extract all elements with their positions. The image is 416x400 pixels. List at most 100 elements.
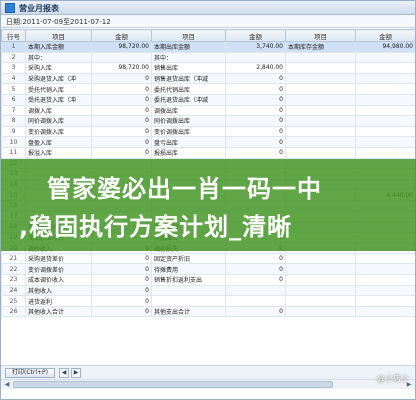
table-row[interactable]: 4 采购退货入库（冲 0 销售退货出库（冲减 0 [1, 72, 415, 85]
cell-amount-out[interactable]: 0 [225, 72, 286, 85]
cell-amount-in[interactable]: 0 [91, 72, 152, 85]
cell-item-out[interactable]: 销售退货出库（冲减 [151, 72, 226, 85]
cell-line-no[interactable]: 5 [1, 83, 26, 95]
cell-item-stock[interactable] [285, 295, 356, 307]
cell-amount-stock[interactable] [355, 62, 415, 74]
cell-item-in[interactable]: 成本调价收入 [25, 274, 92, 286]
col-header-item-in[interactable]: 项目 [25, 29, 92, 42]
table-row[interactable]: 5 受托代销入库 0 委托代销出库 0 [1, 83, 415, 95]
scroll-left-icon[interactable]: ◀ [2, 380, 12, 389]
next-page-icon[interactable]: ▶ [71, 368, 81, 378]
cell-amount-in[interactable]: 0 [91, 115, 152, 127]
cell-amount-in[interactable]: 98,720.00 [91, 41, 152, 53]
cell-line-no[interactable]: 26 [1, 305, 26, 318]
table-row[interactable]: 3 采购入库 98,720.00 销售出库 2,840.00 [1, 62, 415, 74]
cell-item-stock[interactable] [285, 125, 356, 138]
cell-amount-in[interactable]: 0 [91, 83, 152, 95]
cell-line-no[interactable]: 2 [1, 51, 26, 64]
cell-amount-stock[interactable] [355, 305, 415, 318]
cell-item-in[interactable]: 同价调拨入库 [25, 115, 92, 127]
cell-amount-out[interactable]: 2,840.00 [225, 62, 286, 74]
cell-item-stock[interactable] [285, 83, 356, 95]
table-row[interactable]: 23 成本调价收入 0 销售折扣返利支出 0 [1, 274, 415, 286]
cell-amount-out[interactable]: 0 [225, 274, 286, 286]
cell-amount-stock[interactable] [355, 51, 415, 64]
cell-item-stock[interactable] [285, 263, 356, 276]
cell-item-out[interactable] [151, 284, 226, 297]
cell-amount-in[interactable] [91, 51, 152, 64]
cell-amount-out[interactable] [225, 295, 286, 307]
cell-line-no[interactable]: 6 [1, 93, 26, 106]
col-header-amount-in[interactable]: 金额 [91, 29, 152, 42]
table-row[interactable]: 2 其中： 其中： [1, 51, 415, 64]
cell-amount-stock[interactable] [355, 104, 415, 117]
cell-amount-out[interactable] [225, 284, 286, 297]
cell-line-no[interactable]: 23 [1, 274, 26, 286]
table-row[interactable]: 11 报溢入库 0 报损出库 0 [1, 146, 415, 159]
cell-amount-out[interactable]: 3,740.00 [225, 41, 286, 53]
col-header-line-no[interactable]: 行号 [1, 29, 26, 42]
cell-amount-in[interactable]: 0 [91, 274, 152, 286]
table-row[interactable]: 9 变价调拨入库 0 变价调拨出库 0 [1, 125, 415, 138]
cell-amount-in[interactable]: 0 [91, 146, 152, 159]
cell-line-no[interactable]: 24 [1, 284, 26, 297]
cell-amount-in[interactable]: 0 [91, 136, 152, 148]
cell-item-in[interactable]: 其中： [25, 51, 92, 64]
cell-item-out[interactable]: 同价调拨出库 [151, 115, 226, 127]
cell-amount-stock[interactable] [355, 83, 415, 95]
cell-item-stock[interactable] [285, 93, 356, 106]
cell-amount-stock[interactable] [355, 93, 415, 106]
cell-item-in[interactable]: 本期入库金额 [25, 41, 92, 53]
cell-amount-in[interactable]: 0 [91, 93, 152, 106]
table-row[interactable]: 26 其他收入合计 0 其他支出合计 0 [1, 305, 415, 318]
cell-amount-out[interactable] [225, 51, 286, 64]
cell-item-out[interactable]: 销售折扣返利支出 [151, 274, 226, 286]
cell-item-out[interactable]: 其他支出合计 [151, 305, 226, 318]
cell-amount-stock[interactable]: 94,980.00 [355, 41, 415, 53]
cell-item-out[interactable]: 盘亏出库 [151, 136, 226, 148]
cell-amount-stock[interactable] [355, 274, 415, 286]
cell-amount-in[interactable]: 0 [91, 295, 152, 307]
cell-amount-stock[interactable] [355, 263, 415, 276]
cell-item-in[interactable]: 报溢入库 [25, 146, 92, 159]
cell-item-in[interactable]: 变价调拨入库 [25, 125, 92, 138]
cell-amount-out[interactable]: 0 [225, 125, 286, 138]
cell-item-out[interactable]: 委托代销出库 [151, 83, 226, 95]
scrollbar-thumb[interactable] [13, 381, 333, 388]
cell-item-in[interactable]: 变价调拨差价 [25, 263, 92, 276]
cell-item-in[interactable]: 调拨入库 [25, 104, 92, 117]
cell-line-no[interactable]: 11 [1, 146, 26, 159]
cell-item-stock[interactable] [285, 72, 356, 85]
cell-item-stock[interactable] [285, 252, 356, 265]
table-row[interactable]: 21 采购退货差价 0 固定资产折旧 0 [1, 252, 415, 265]
cell-item-out[interactable]: 调拨出库 [151, 104, 226, 117]
cell-amount-stock[interactable] [355, 72, 415, 85]
cell-item-in[interactable]: 进货返利 [25, 295, 92, 307]
cell-item-out[interactable]: 本期出库金额 [151, 41, 226, 53]
table-row[interactable]: 6 受托退货入库（冲 0 委托退货出库（冲减 0 [1, 93, 415, 106]
print-button[interactable]: 打印(Ctrl+P) [5, 368, 55, 378]
cell-amount-stock[interactable] [355, 295, 415, 307]
cell-amount-stock[interactable] [355, 284, 415, 297]
cell-line-no[interactable]: 10 [1, 136, 26, 148]
cell-item-stock[interactable] [285, 136, 356, 148]
cell-amount-in[interactable]: 0 [91, 104, 152, 117]
col-header-amount-out[interactable]: 金额 [225, 29, 286, 42]
cell-amount-out[interactable]: 0 [225, 136, 286, 148]
cell-amount-stock[interactable] [355, 125, 415, 138]
cell-amount-stock[interactable] [355, 136, 415, 148]
table-row[interactable]: 25 进货返利 0 [1, 295, 415, 307]
prev-page-icon[interactable]: ◀ [59, 368, 69, 378]
cell-item-in[interactable]: 采购退货差价 [25, 252, 92, 265]
cell-amount-out[interactable]: 0 [225, 93, 286, 106]
cell-line-no[interactable]: 8 [1, 115, 26, 127]
table-row[interactable]: 8 同价调拨入库 0 同价调拨出库 0 [1, 115, 415, 127]
cell-amount-in[interactable]: 98,720.00 [91, 62, 152, 74]
cell-item-out[interactable]: 其中： [151, 51, 226, 64]
cell-amount-in[interactable]: 0 [91, 305, 152, 318]
cell-item-in[interactable]: 受托代销入库 [25, 83, 92, 95]
cell-item-out[interactable]: 固定资产折旧 [151, 252, 226, 265]
cell-amount-out[interactable]: 0 [225, 305, 286, 318]
cell-line-no[interactable]: 22 [1, 263, 26, 276]
table-row[interactable]: 22 变价调拨差价 0 待摊费用 0 [1, 263, 415, 276]
